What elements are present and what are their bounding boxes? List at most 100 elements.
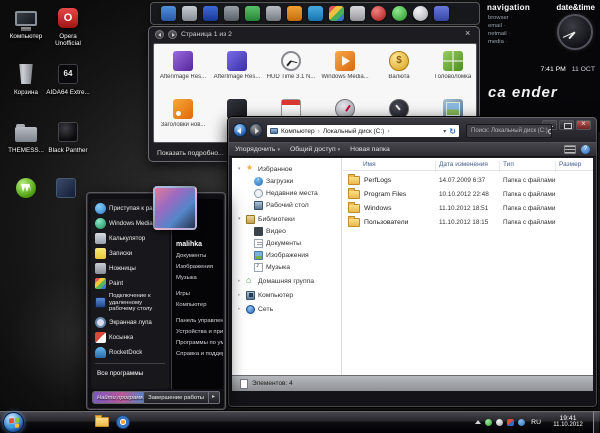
- column-divider[interactable]: [555, 161, 556, 172]
- start-item-help-support[interactable]: Справка и поддержка: [172, 348, 223, 359]
- breadcrumb-computer[interactable]: Компьютер: [281, 128, 323, 135]
- show-desktop-button[interactable]: [593, 411, 599, 433]
- start-item-magnifier[interactable]: Экранная лупа: [91, 315, 169, 330]
- avatar[interactable]: [153, 186, 197, 230]
- nav-link-netmail[interactable]: netmail: [488, 30, 512, 38]
- start-item-pictures[interactable]: Изображения: [172, 261, 223, 272]
- hidden-icons-arrow[interactable]: [475, 420, 481, 424]
- dock-icon-run[interactable]: [266, 6, 281, 21]
- gadget-tile-afterimage2[interactable]: AfterImage Res...: [210, 46, 264, 92]
- dock-icon-clock[interactable]: [413, 6, 428, 21]
- dock-icon-browser[interactable]: [308, 6, 323, 21]
- start-item-devices-printers[interactable]: Устройства и принтеры: [172, 326, 223, 337]
- nav-item-music[interactable]: Музыка: [232, 261, 341, 273]
- nav-item-pictures[interactable]: Изображения: [232, 249, 341, 261]
- chevron-down-icon[interactable]: [443, 128, 446, 135]
- desktop-icon-themes[interactable]: THEMESS...: [4, 120, 48, 154]
- organize-button[interactable]: Упорядочить: [235, 146, 280, 153]
- dock-icon-status[interactable]: [392, 6, 407, 21]
- start-item-calculator[interactable]: Калькулятор: [91, 231, 169, 246]
- close-button[interactable]: [576, 120, 591, 130]
- start-item-default-programs[interactable]: Программы по умолчанию: [172, 337, 223, 348]
- start-item-control-panel[interactable]: Панель управления: [172, 315, 223, 326]
- column-header-size[interactable]: Размер: [559, 161, 581, 168]
- nav-item-documents[interactable]: Документы: [232, 237, 341, 249]
- page-next-button[interactable]: [168, 30, 177, 39]
- column-divider[interactable]: [499, 161, 500, 172]
- forward-button[interactable]: [249, 123, 263, 137]
- nav-item-favorites[interactable]: Избранное: [232, 163, 341, 175]
- back-button[interactable]: [233, 123, 247, 137]
- start-item-games[interactable]: Игры: [172, 288, 223, 299]
- show-details-link[interactable]: Показать подробно...: [157, 150, 224, 157]
- desktop-icon-computer[interactable]: Компьютер: [4, 6, 48, 40]
- dock-icon-close[interactable]: [371, 6, 386, 21]
- dock-icon-documents[interactable]: [182, 6, 197, 21]
- nav-item-downloads[interactable]: Загрузки: [232, 175, 341, 187]
- gadget-tile-news[interactable]: Заголовки нов...: [156, 94, 210, 140]
- explorer-search-input[interactable]: Поиск: Локальный диск (C:): [466, 124, 552, 138]
- shutdown-options-icon[interactable]: [209, 391, 220, 404]
- nav-item-videos[interactable]: Видео: [232, 225, 341, 237]
- help-icon[interactable]: [581, 145, 590, 154]
- file-row-perflogs[interactable]: PerfLogs 14.07.2009 6:37 Папка с файлами: [343, 174, 593, 187]
- dock-icon-chat[interactable]: [245, 6, 260, 21]
- desktop-icon-winamp[interactable]: [4, 176, 48, 203]
- tray-status-icon[interactable]: [485, 419, 492, 426]
- start-item-solitaire[interactable]: Косынка: [91, 330, 169, 345]
- start-item-snipping-tool[interactable]: Ножницы: [91, 261, 169, 276]
- file-row-users[interactable]: Пользователи 11.10.2012 18:15 Папка с фа…: [343, 216, 593, 229]
- nav-link-browser[interactable]: browser: [488, 14, 512, 22]
- column-header-date[interactable]: Дата изменения: [439, 161, 488, 168]
- new-folder-button[interactable]: Новая папка: [350, 146, 390, 153]
- file-row-windows[interactable]: Windows 11.10.2012 18:51 Папка с файлами: [343, 202, 593, 215]
- nav-item-libraries[interactable]: Библиотеки: [232, 213, 341, 225]
- taskbar-mediaplayer-icon[interactable]: [116, 415, 130, 429]
- dock-icon-folder[interactable]: [161, 6, 176, 21]
- nav-link-email[interactable]: email: [488, 22, 512, 30]
- start-item-music[interactable]: Музыка: [172, 272, 223, 283]
- tray-action-center-icon[interactable]: [507, 419, 514, 426]
- desktop-icon-app[interactable]: [44, 176, 88, 203]
- page-prev-button[interactable]: [155, 30, 164, 39]
- all-programs[interactable]: Все программы: [91, 367, 169, 380]
- breadcrumb-disk-c[interactable]: Локальный диск (C:): [323, 128, 393, 135]
- maximize-button[interactable]: [559, 120, 574, 130]
- tray-volume-icon[interactable]: [496, 419, 503, 426]
- start-item-rdp[interactable]: Подключение к удаленному рабочему столу: [91, 291, 169, 315]
- taskbar-explorer-icon[interactable]: [95, 417, 109, 427]
- dock-icon-mail[interactable]: [287, 6, 302, 21]
- dock-icon-music[interactable]: [203, 6, 218, 21]
- gadget-tile-afterimage[interactable]: Afterimage Res...: [156, 46, 210, 92]
- shutdown-button[interactable]: Завершение работы: [143, 391, 209, 404]
- share-button[interactable]: Общий доступ: [290, 146, 340, 153]
- dock-icon-launcher[interactable]: [329, 6, 344, 21]
- start-button[interactable]: [3, 412, 24, 433]
- address-bar[interactable]: Компьютер Локальный диск (C:): [266, 124, 460, 138]
- nav-item-desktop[interactable]: Рабочий стол: [232, 199, 341, 211]
- start-item-documents[interactable]: Документы: [172, 250, 223, 261]
- column-divider[interactable]: [435, 161, 436, 172]
- nav-link-media[interactable]: media: [488, 38, 512, 46]
- gadget-tile-currency[interactable]: Валюта: [372, 46, 426, 92]
- language-indicator[interactable]: RU: [529, 419, 543, 426]
- views-icon[interactable]: [564, 145, 576, 154]
- taskbar-clock[interactable]: 19:41 11.10.2012: [547, 415, 589, 430]
- dock-icon-photos[interactable]: [350, 6, 365, 21]
- gadget-tile-wmp[interactable]: Windows Media...: [318, 46, 372, 92]
- nav-item-homegroup[interactable]: Домашняя группа: [232, 275, 341, 287]
- nav-item-recent-places[interactable]: Недавние места: [232, 187, 341, 199]
- close-icon[interactable]: [463, 30, 473, 40]
- start-item-rocketdock[interactable]: RocketDock: [91, 345, 169, 360]
- desktop-icon-opera[interactable]: Opera Unofficial: [46, 6, 90, 47]
- file-row-program-files[interactable]: Program Files 10.10.2012 22:48 Папка с ф…: [343, 188, 593, 201]
- refresh-icon[interactable]: [449, 127, 456, 136]
- gadget-tile-hud-time[interactable]: HUD Time 3.1 N...: [264, 46, 318, 92]
- column-header-type[interactable]: Тип: [503, 161, 514, 168]
- dock-icon-camera[interactable]: [224, 6, 239, 21]
- desktop-icon-aida64[interactable]: AIDA64 Extre...: [46, 62, 90, 96]
- start-item-paint[interactable]: Paint: [91, 276, 169, 291]
- gadget-tile-puzzle[interactable]: Головоломка: [426, 46, 480, 92]
- tray-network-icon[interactable]: [518, 419, 525, 426]
- desktop-icon-black-panther[interactable]: Black Panther: [46, 120, 90, 154]
